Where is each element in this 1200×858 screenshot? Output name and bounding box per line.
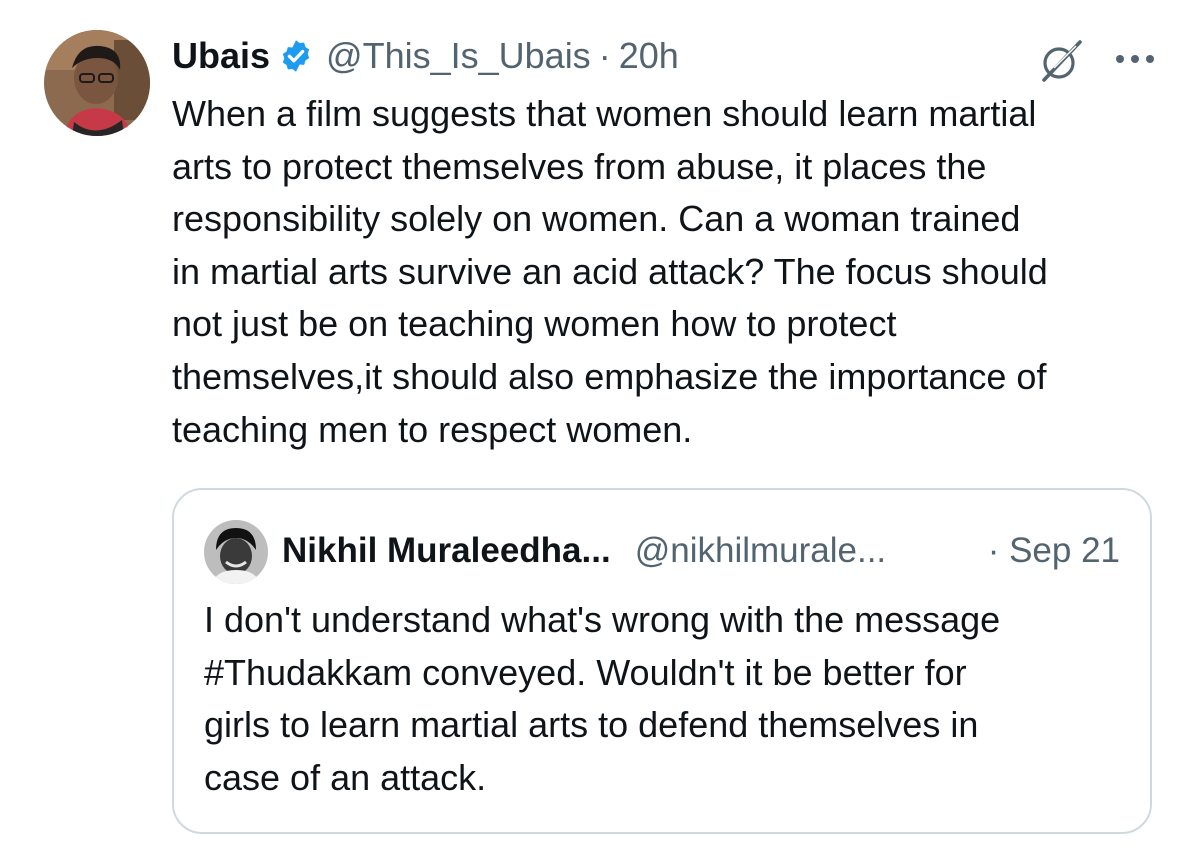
quoted-tweet-time[interactable]: · Sep 21 (988, 531, 1120, 571)
quoted-tweet-header: Nikhil Muraleedha... @nikhilmurale... · … (282, 528, 1120, 574)
tweet-header: Ubais @This_Is_Ubais · 20h (172, 34, 679, 78)
verified-badge-icon (278, 38, 314, 74)
tweet[interactable]: Ubais @This_Is_Ubais · 20h When a film s… (0, 0, 1200, 858)
author-avatar[interactable] (44, 30, 150, 136)
header-separator: · (598, 35, 611, 76)
grok-icon[interactable] (1036, 36, 1086, 86)
quoted-tweet-text: I don't understand what's wrong with the… (204, 599, 1001, 798)
quoted-author-handle[interactable]: @nikhilmurale... (635, 531, 886, 571)
quoted-tweet[interactable]: Nikhil Muraleedha... @nikhilmurale... · … (172, 488, 1152, 834)
quoted-author-name[interactable]: Nikhil Muraleedha... (282, 531, 611, 571)
author-name[interactable]: Ubais (172, 35, 270, 77)
more-options-icon[interactable] (1112, 44, 1158, 74)
author-handle[interactable]: @This_Is_Ubais (326, 35, 591, 77)
quoted-author-avatar[interactable] (204, 520, 268, 584)
tweet-time[interactable]: 20h (619, 35, 679, 77)
tweet-text: When a film suggests that women should l… (172, 93, 1048, 450)
